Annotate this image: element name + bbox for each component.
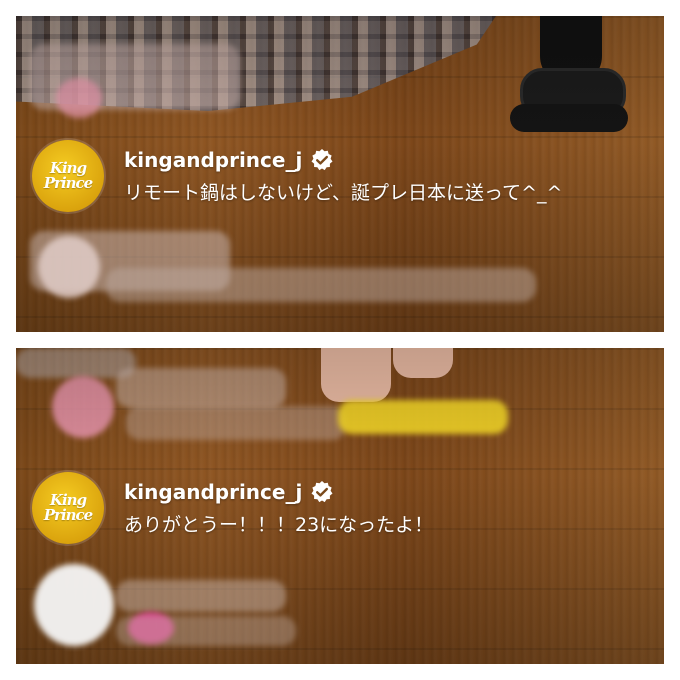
username-label: kingandprince_j <box>124 479 303 504</box>
live-screenshot-top: King Prince kingandprince_j リモート鍋はしないけど、… <box>16 16 664 332</box>
comment-row: King Prince kingandprince_j ありがとうー！！！23に… <box>32 472 433 544</box>
avatar[interactable]: King Prince <box>32 472 104 544</box>
blurred-comment <box>116 580 286 612</box>
verified-badge-icon <box>311 480 333 502</box>
comment-row: King Prince kingandprince_j リモート鍋はしないけど、… <box>32 140 562 212</box>
comment-message: ありがとうー！！！23になったよ！ <box>124 513 434 536</box>
avatar[interactable]: King Prince <box>32 140 104 212</box>
comment-message: リモート鍋はしないけど、誕プレ日本に送って^_^ <box>124 181 563 204</box>
blurred-avatar <box>34 564 114 646</box>
username[interactable]: kingandprince_j <box>124 148 562 172</box>
avatar-logo-text: Prince <box>43 506 93 524</box>
username[interactable]: kingandprince_j <box>124 480 433 504</box>
verified-badge-icon <box>311 148 333 170</box>
live-screenshot-bottom: King Prince kingandprince_j ありがとうー！！！23に… <box>16 348 664 664</box>
blurred-comment <box>116 616 296 646</box>
avatar-logo-text: Prince <box>43 174 93 192</box>
username-label: kingandprince_j <box>124 147 303 172</box>
blurred-avatar <box>38 236 100 298</box>
blurred-comment <box>106 268 536 302</box>
